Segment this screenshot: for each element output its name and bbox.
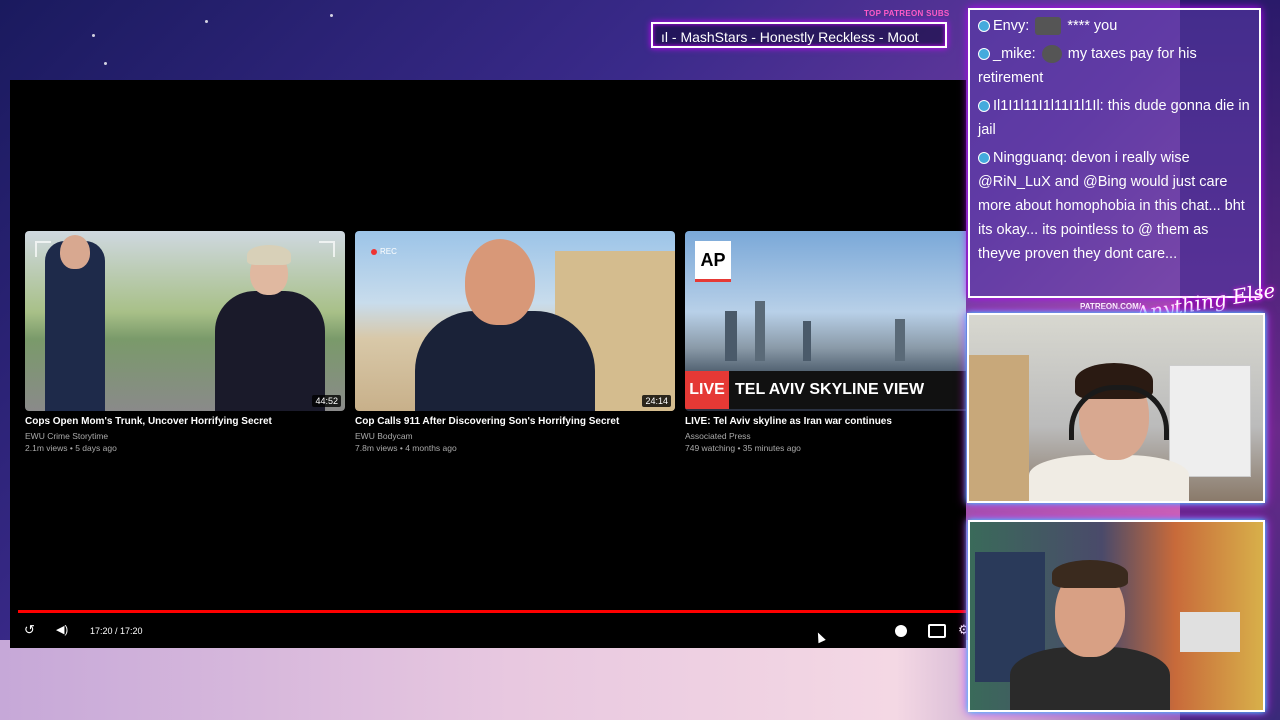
captions-icon[interactable] — [928, 624, 946, 638]
dresser — [1169, 365, 1251, 477]
emote-icon — [1041, 45, 1062, 64]
live-banner: LIVE TEL AVIV SKYLINE VIEW — [685, 371, 966, 409]
video-player[interactable]: 44:52 Cops Open Mom's Trunk, Uncover Hor… — [10, 80, 966, 648]
chat-message: _mike: my taxes pay for his retirement — [978, 42, 1251, 90]
badge-icon — [978, 100, 990, 113]
video-meta: 7.8m views • 4 months ago — [355, 443, 457, 453]
autoplay-toggle[interactable] — [895, 625, 907, 637]
badge-icon — [978, 20, 990, 33]
video-thumbnail[interactable]: REC 24:14 — [355, 231, 675, 411]
webcam-streamer-2 — [968, 520, 1265, 712]
chat-text: devon i really wise @RiN_LuX and @Bing w… — [978, 150, 1245, 262]
streamer-hair — [1052, 560, 1128, 588]
woman-figure — [215, 291, 325, 411]
chat-message: Envy: **** you — [978, 14, 1251, 38]
chat-username: Ningguanq: — [993, 150, 1068, 166]
skyline-tower — [725, 311, 737, 361]
star — [104, 62, 107, 65]
skyline-tower — [803, 321, 811, 361]
woman-hair — [247, 245, 291, 265]
badge-icon — [978, 48, 990, 61]
microphone — [1180, 612, 1240, 652]
progress-bar[interactable] — [18, 610, 966, 613]
video-channel[interactable]: EWU Bodycam — [355, 431, 675, 441]
streamer-shirt — [1029, 455, 1189, 501]
badge-icon — [978, 152, 990, 165]
video-meta: 2.1m views • 5 days ago — [25, 443, 117, 453]
patreon-url: PATREON.COM/ — [1080, 302, 1142, 311]
frame-corner — [35, 241, 51, 257]
star — [205, 20, 208, 23]
settings-icon[interactable]: ⚙ — [958, 622, 966, 638]
video-duration: 44:52 — [312, 395, 341, 407]
live-badge: LIVE — [685, 371, 729, 409]
video-card[interactable]: REC 24:14 Cop Calls 911 After Discoverin… — [355, 231, 675, 453]
webcam-streamer-1 — [967, 313, 1265, 503]
video-thumbnail[interactable]: AP LIVE TEL AVIV SKYLINE VIEW — [685, 231, 966, 411]
skyline-tower — [895, 319, 905, 361]
rec-indicator: REC — [371, 247, 397, 256]
chat-message: Il1I1l11I1l11I1l1Il: this dude gonna die… — [978, 94, 1251, 142]
emote-icon — [1035, 17, 1062, 36]
video-channel[interactable]: Associated Press — [685, 431, 966, 441]
chat-username: Envy: — [993, 18, 1030, 34]
video-title[interactable]: LIVE: Tel Aviv skyline as Iran war conti… — [685, 416, 966, 427]
chat-text: **** you — [1067, 18, 1118, 34]
chat-username: Il1I1l11I1l11I1l1Il: — [993, 98, 1104, 114]
man-head — [465, 239, 535, 325]
man-shirt — [415, 311, 595, 411]
progress-fill — [18, 610, 966, 613]
ap-logo: AP — [695, 241, 731, 282]
time-display: 17:20 / 17:20 — [90, 626, 143, 636]
volume-icon[interactable]: ◀) — [56, 623, 68, 636]
live-banner-text: TEL AVIV SKYLINE VIEW — [735, 381, 925, 398]
chat-message: Ningguanq: devon i really wise @RiN_LuX … — [978, 146, 1251, 266]
video-channel[interactable]: EWU Crime Storytime — [25, 431, 345, 441]
star — [330, 14, 333, 17]
video-title[interactable]: Cop Calls 911 After Discovering Son's Ho… — [355, 416, 675, 427]
video-thumbnail[interactable]: 44:52 — [25, 231, 345, 411]
video-card[interactable]: AP LIVE TEL AVIV SKYLINE VIEW LIVE: Tel … — [685, 231, 966, 453]
replay-icon[interactable]: ↺ — [24, 622, 35, 638]
chat-username: _mike: — [993, 46, 1036, 62]
chat-panel: Envy: **** you _mike: my taxes pay for h… — [968, 8, 1261, 298]
video-duration: 24:14 — [642, 395, 671, 407]
officer-head — [60, 235, 90, 269]
video-meta: 749 watching • 35 minutes ago — [685, 443, 801, 453]
shelf — [969, 355, 1029, 501]
patreon-ticker: ıl - MashStars - Honestly Reckless - Moo… — [651, 22, 947, 48]
video-title[interactable]: Cops Open Mom's Trunk, Uncover Horrifyin… — [25, 416, 345, 427]
patreon-label: TOP PATREON SUBS — [864, 9, 950, 18]
star — [92, 34, 95, 37]
frame-corner — [319, 241, 335, 257]
video-card[interactable]: 44:52 Cops Open Mom's Trunk, Uncover Hor… — [25, 231, 345, 453]
skyline-tower — [755, 301, 765, 361]
